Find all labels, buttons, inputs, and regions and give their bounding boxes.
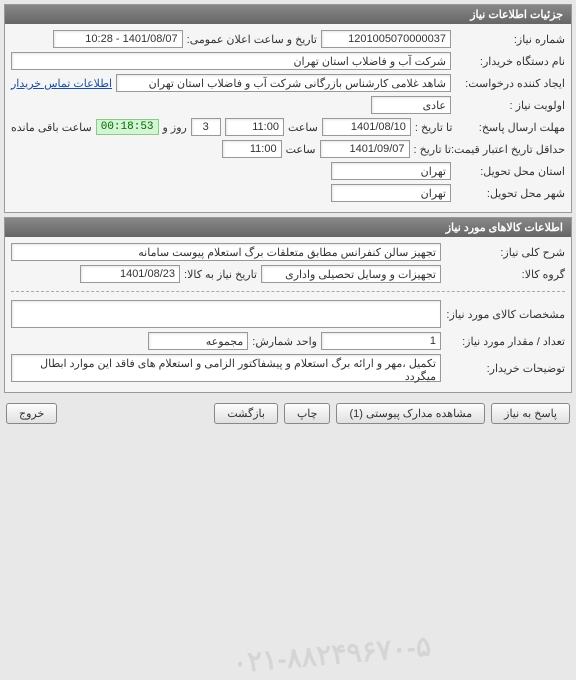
priority-value: عادی [371, 96, 451, 114]
to-date-label: تا تاریخ : [415, 121, 452, 134]
notes-label: توضیحات خریدار: [445, 362, 565, 375]
pub-date-value: 1401/08/07 - 10:28 [53, 30, 183, 48]
contact-link[interactable]: اطلاعات تماس خریدار [11, 77, 112, 90]
org-label: نام دستگاه خریدار: [455, 55, 565, 68]
exit-button[interactable]: خروج [6, 403, 57, 424]
need-no-value: 1201005070000037 [321, 30, 451, 48]
goods-info-panel: اطلاعات کالاهای مورد نیاز شرح کلی نیاز: … [4, 217, 572, 393]
unit-label: واحد شمارش: [252, 335, 317, 348]
days-value: 3 [191, 118, 221, 136]
need-details-panel: جزئیات اطلاعات نیاز شماره نیاز: 12010050… [4, 4, 572, 213]
watermark: ۰۲۱-۸۸۲۴۹۶۷۰-۵ [231, 629, 432, 679]
credit-time: 11:00 [222, 140, 282, 158]
attachments-button[interactable]: مشاهده مدارک پیوستی (1) [336, 403, 485, 424]
desc-value: تجهیز سالن کنفرانس مطابق متعلقات برگ است… [11, 243, 441, 261]
pub-date-label: تاریخ و ساعت اعلان عمومی: [187, 33, 317, 46]
priority-label: اولویت نیاز : [455, 99, 565, 112]
city-value: تهران [331, 184, 451, 202]
to-date-label-2: تا تاریخ : [414, 143, 451, 156]
remain-label: ساعت باقی مانده [11, 121, 92, 134]
panel2-title: اطلاعات کالاهای مورد نیاز [5, 218, 571, 237]
deadline-date: 1401/08/10 [322, 118, 411, 136]
divider [11, 291, 565, 292]
province-value: تهران [331, 162, 451, 180]
city-label: شهر محل تحویل: [455, 187, 565, 200]
notes-value: تکمیل ،مهر و ارائه برگ استعلام و پیشفاکت… [11, 354, 441, 382]
panel1-title: جزئیات اطلاعات نیاز [5, 5, 571, 24]
remaining-time: 00:18:53 [96, 119, 159, 135]
needdate-value: 1401/08/23 [80, 265, 180, 283]
print-button[interactable]: چاپ [284, 403, 331, 424]
days-label: روز و [163, 121, 187, 134]
group-label: گروه کالا: [445, 268, 565, 281]
spec-value [11, 300, 441, 328]
credit-label: حداقل تاریخ اعتبار قیمت: [455, 143, 565, 156]
org-value: شرکت آب و فاضلاب استان تهران [11, 52, 451, 70]
desc-label: شرح کلی نیاز: [445, 246, 565, 259]
credit-date: 1401/09/07 [320, 140, 410, 158]
unit-value: مجموعه [148, 332, 248, 350]
qty-value: 1 [321, 332, 441, 350]
qty-label: تعداد / مقدار مورد نیاز: [445, 335, 565, 348]
respond-button[interactable]: پاسخ به نیاز [491, 403, 570, 424]
province-label: استان محل تحویل: [455, 165, 565, 178]
time-label-2: ساعت [286, 143, 316, 156]
back-button[interactable]: بازگشت [214, 403, 278, 424]
deadline-label: مهلت ارسال پاسخ: [456, 121, 565, 134]
action-bar: پاسخ به نیاز مشاهده مدارک پیوستی (1) چاپ… [0, 397, 576, 430]
creator-label: ایجاد کننده درخواست: [455, 77, 565, 90]
needdate-label: تاریخ نیاز به کالا: [184, 268, 257, 281]
need-no-label: شماره نیاز: [455, 33, 565, 46]
deadline-time: 11:00 [225, 118, 284, 136]
group-value: تجهیزات و وسایل تحصیلی واداری [261, 265, 441, 283]
time-label-1: ساعت [288, 121, 318, 134]
creator-value: شاهد غلامی کارشناس بازرگانی شرکت آب و فا… [116, 74, 451, 92]
spec-label: مشخصات کالای مورد نیاز: [445, 308, 565, 321]
